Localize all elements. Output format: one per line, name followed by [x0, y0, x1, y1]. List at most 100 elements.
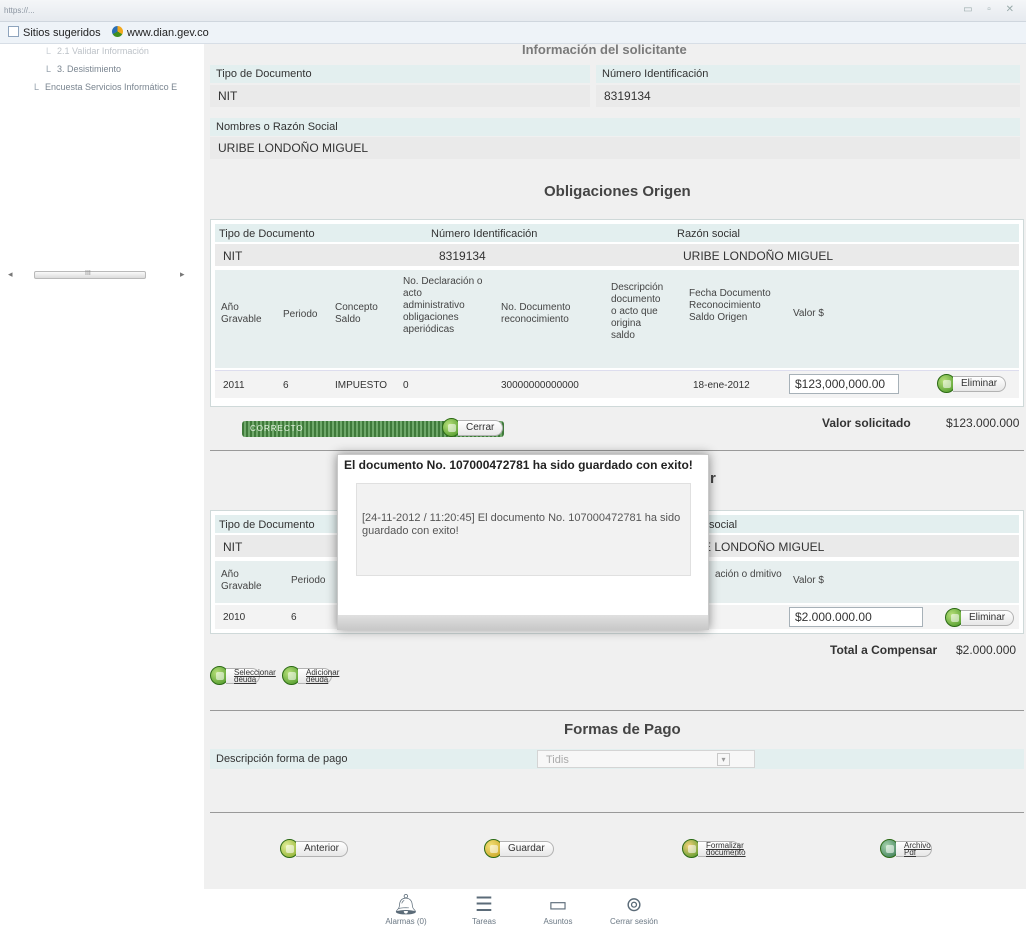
label-valor-solicitado: Valor solicitado — [822, 416, 911, 430]
asuntos-label: Asuntos — [543, 917, 573, 926]
origen-value-razon-social: URIBE LONDOÑO MIGUEL — [683, 249, 834, 263]
scroll-thumb[interactable]: III — [34, 270, 146, 279]
origen-value-row — [215, 244, 1019, 266]
section-title-obligaciones-origen: Obligaciones Origen — [544, 183, 691, 200]
section-title-solicitante: Información del solicitante — [522, 42, 687, 57]
formalizar-documento-button[interactable]: Formalizar documento — [682, 839, 766, 859]
chevron-down-icon[interactable]: ▾ — [717, 753, 730, 766]
tree-item-desistimiento[interactable]: L 3. Desistimiento — [46, 64, 121, 74]
eliminar-origen-button[interactable]: Eliminar — [937, 374, 1011, 394]
scroll-right-icon[interactable]: ▸ — [180, 269, 185, 280]
anterior-label: Anterior — [296, 841, 349, 857]
address-text[interactable]: https://... — [4, 6, 35, 15]
alarmas-button[interactable]: 🔔︎ Alarmas (0) — [376, 893, 436, 926]
cerrar-sesion-button[interactable]: ⊚ Cerrar sesión — [604, 893, 664, 926]
eliminar-label: Eliminar — [953, 376, 1007, 392]
select-forma-pago[interactable]: Tidis ▾ — [537, 750, 755, 768]
col-no-documento: No. Documento reconocimiento — [501, 302, 571, 325]
dialog-title: El documento No. 107000472781 ha sido gu… — [344, 458, 693, 472]
divider-1 — [210, 450, 1024, 451]
bottom-toolbar: 🔔︎ Alarmas (0) ☰ Tareas ▭ Asuntos ⊚ Cerr… — [204, 889, 1026, 935]
bookmark-dian[interactable]: www.dian.gev.co — [112, 26, 209, 39]
scroll-left-icon[interactable]: ◂ — [8, 269, 13, 280]
cell-anio: 2011 — [223, 380, 245, 391]
dian-favicon-icon — [112, 26, 123, 37]
label-total-compensar: Total a Compensar — [830, 643, 938, 657]
origen-value-tipo-documento: NIT — [223, 249, 243, 263]
dialog-message: [24-11-2012 / 11:20:45] El documento No.… — [362, 512, 681, 537]
value-tipo-documento: NIT — [210, 85, 590, 107]
anterior-button[interactable]: Anterior — [280, 839, 360, 859]
cell-fecha: 18-ene-2012 — [693, 380, 750, 391]
divider-3 — [210, 812, 1024, 813]
seleccionar-deuda-button[interactable]: Seleccionar deuda — [210, 666, 292, 686]
destino-col-anio: Año Gravable — [221, 569, 262, 592]
window-controls[interactable]: ▭ ▫ ✕ — [963, 4, 1020, 15]
bell-icon: 🔔︎ — [393, 894, 419, 916]
bookmark-sitios-sugeridos[interactable]: Sitios sugeridos — [8, 26, 101, 39]
origen-header-row — [215, 224, 1019, 242]
bookmarks-bar: Sitios sugeridos www.dian.gev.co — [0, 22, 1026, 44]
folder-icon: ▭ — [548, 894, 568, 916]
destino-col-periodo: Periodo — [291, 575, 326, 586]
formalizar-label: Formalizar documento — [698, 841, 746, 857]
dialog-message-box: [24-11-2012 / 11:20:45] El documento No.… — [356, 483, 691, 576]
value-nombres-razon-social: URIBE LONDOÑO MIGUEL — [210, 137, 1020, 159]
destino-label-razon-social: social — [709, 519, 738, 531]
guardar-button[interactable]: Guardar — [484, 839, 556, 859]
col-fecha-documento: Fecha Documento Reconocimiento Saldo Ori… — [689, 288, 771, 323]
cell-periodo: 6 — [283, 380, 289, 391]
close-label: Cerrar — [458, 420, 504, 436]
left-tree-panel: L 2.1 Validar Información L 3. Desistimien… — [0, 44, 204, 935]
logout-icon: ⊚ — [625, 894, 643, 916]
tasks-icon: ☰ — [475, 894, 493, 916]
origen-label-tipo-documento: Tipo de Documento — [219, 228, 315, 240]
destino-value-tipo-documento: NIT — [223, 540, 243, 554]
section-title-formas-pago: Formas de Pago — [564, 721, 681, 738]
alarmas-label: Alarmas (0) — [385, 917, 427, 926]
eliminar-label: Eliminar — [961, 610, 1015, 626]
tree-item-validar[interactable]: L 2.1 Validar Información — [46, 46, 149, 56]
seleccionar-label: Seleccionar deuda — [226, 668, 276, 684]
dialog-footer — [338, 615, 708, 629]
eliminar-destino-button[interactable]: Eliminar — [945, 608, 1019, 628]
guardar-label: Guardar — [500, 841, 554, 857]
modal-close-button[interactable]: Cerrar — [442, 418, 516, 438]
panel-obligaciones-origen: Tipo de Documento Número Identificación … — [210, 219, 1024, 407]
tree-item-label: 3. Desistimiento — [57, 64, 122, 74]
bookmark-label: www.dian.gev.co — [127, 27, 209, 39]
col-valor: Valor $ — [793, 308, 824, 319]
input-valor-destino[interactable]: $2.000.000.00 — [789, 607, 923, 627]
tareas-button[interactable]: ☰ Tareas — [454, 893, 514, 926]
destino-cell-anio: 2010 — [223, 612, 246, 623]
col-no-declaracion: No. Declaración o acto administrativo ob… — [403, 276, 483, 335]
destino-col-valor: Valor $ — [793, 575, 824, 586]
asuntos-button[interactable]: ▭ Asuntos — [528, 893, 588, 926]
destino-col-declaracion: ación o dmitivo — [715, 569, 782, 580]
cell-documento: 30000000000000 — [501, 380, 579, 391]
select-forma-pago-value: Tidis — [546, 754, 569, 766]
value-numero-identificacion: 8319134 — [596, 85, 1020, 107]
col-periodo: Periodo — [283, 309, 318, 320]
adicionar-deuda-button[interactable]: Adicionar deuda — [282, 666, 358, 686]
col-concepto-saldo: Concepto Saldo — [335, 302, 378, 325]
label-numero-identificacion: Número Identificación — [596, 65, 1020, 83]
tree-horizontal-scrollbar[interactable]: ◂ III ▸ — [8, 269, 188, 280]
tareas-label: Tareas — [471, 917, 496, 926]
tree-item-encuesta[interactable]: L Encuesta Servicios Informático E — [34, 82, 204, 92]
scroll-grip: III — [85, 270, 91, 277]
value-valor-solicitado: $123.000.000 — [946, 416, 1020, 430]
label-nombres-razon-social: Nombres o Razón Social — [210, 118, 1020, 136]
adicionar-label: Adicionar deuda — [298, 668, 339, 684]
success-dialog: El documento No. 107000472781 ha sido gu… — [337, 454, 709, 630]
archivo-pdf-label: Archivo Pdf — [896, 841, 932, 857]
col-anio-gravable: Año Gravable — [221, 302, 262, 325]
cell-concepto: IMPUESTO — [335, 380, 388, 391]
archivo-pdf-button[interactable]: Archivo Pdf — [880, 839, 954, 859]
input-valor-origen[interactable]: $123,000,000.00 — [789, 374, 899, 394]
origen-label-numero-id: Número Identificación — [431, 228, 538, 240]
col-descripcion: Descripción documento o acto que origina… — [611, 282, 664, 341]
origen-label-razon-social: Razón social — [677, 228, 740, 240]
cell-declaracion: 0 — [403, 380, 409, 391]
modal-status-text: CORRECTO — [250, 424, 304, 433]
